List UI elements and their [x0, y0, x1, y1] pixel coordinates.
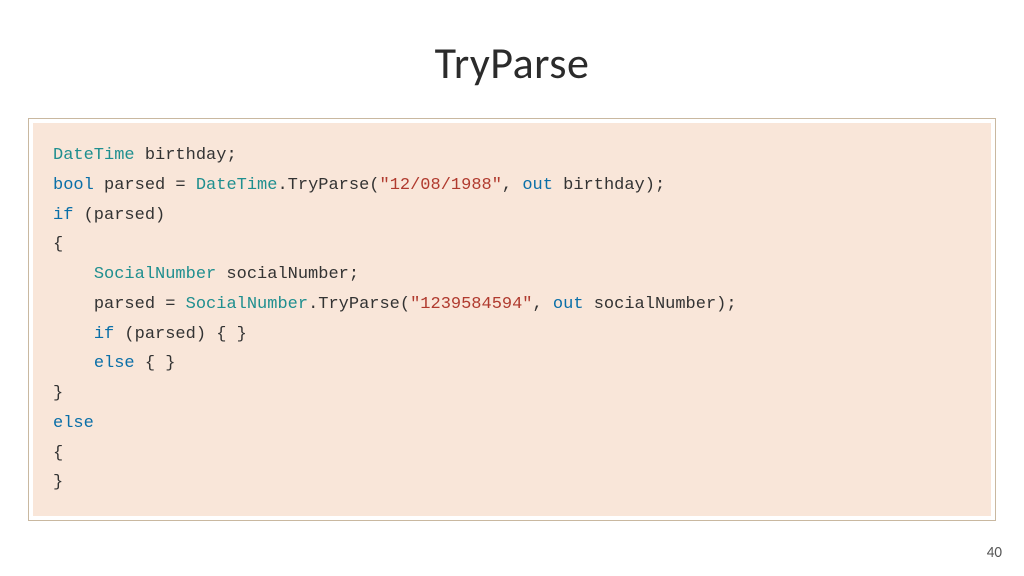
- code-token: ,: [502, 176, 522, 195]
- slide: TryParse DateTime birthday; bool parsed …: [0, 0, 1024, 576]
- code-line-3: if (parsed): [53, 206, 165, 225]
- code-frame: DateTime birthday; bool parsed = DateTim…: [28, 118, 996, 521]
- code-token: parsed =: [94, 176, 196, 195]
- code-line-7: if (parsed) { }: [53, 325, 247, 344]
- code-token: "12/08/1988": [380, 176, 502, 195]
- code-indent: [53, 295, 94, 314]
- code-token: {: [53, 444, 63, 463]
- code-token: "1239584594": [410, 295, 532, 314]
- code-line-1: DateTime birthday;: [53, 146, 237, 165]
- code-token: birthday);: [553, 176, 665, 195]
- code-token: SocialNumber: [94, 265, 216, 284]
- code-token: else: [53, 414, 94, 433]
- code-line-9: }: [53, 384, 63, 403]
- code-line-12: }: [53, 473, 63, 492]
- code-line-5: SocialNumber socialNumber;: [53, 265, 359, 284]
- code-token: {: [53, 235, 63, 254]
- code-line-8: else { }: [53, 354, 175, 373]
- page-number: 40: [987, 544, 1002, 562]
- code-indent: [53, 354, 94, 373]
- code-token: parsed =: [94, 295, 186, 314]
- code-token: if: [53, 206, 73, 225]
- code-token: SocialNumber: [186, 295, 308, 314]
- code-token: ,: [533, 295, 553, 314]
- code-line-11: {: [53, 444, 63, 463]
- code-token: .TryParse(: [277, 176, 379, 195]
- code-line-10: else: [53, 414, 94, 433]
- slide-title: TryParse: [28, 36, 996, 90]
- code-token: (parsed): [73, 206, 165, 225]
- code-token: out: [522, 176, 553, 195]
- code-token: (parsed) { }: [114, 325, 247, 344]
- code-token: }: [53, 384, 63, 403]
- code-indent: [53, 325, 94, 344]
- code-token: bool: [53, 176, 94, 195]
- code-token: }: [53, 473, 63, 492]
- code-block: DateTime birthday; bool parsed = DateTim…: [33, 123, 991, 516]
- code-token: socialNumber);: [584, 295, 737, 314]
- code-line-4: {: [53, 235, 63, 254]
- code-token: DateTime: [196, 176, 278, 195]
- code-token: out: [553, 295, 584, 314]
- code-line-2: bool parsed = DateTime.TryParse("12/08/1…: [53, 176, 665, 195]
- code-token: DateTime: [53, 146, 135, 165]
- code-token: else: [94, 354, 135, 373]
- code-token: birthday;: [135, 146, 237, 165]
- code-indent: [53, 265, 94, 284]
- code-token: socialNumber;: [216, 265, 359, 284]
- code-token: if: [94, 325, 114, 344]
- code-token: .TryParse(: [308, 295, 410, 314]
- code-line-6: parsed = SocialNumber.TryParse("12395845…: [53, 295, 737, 314]
- code-token: { }: [135, 354, 176, 373]
